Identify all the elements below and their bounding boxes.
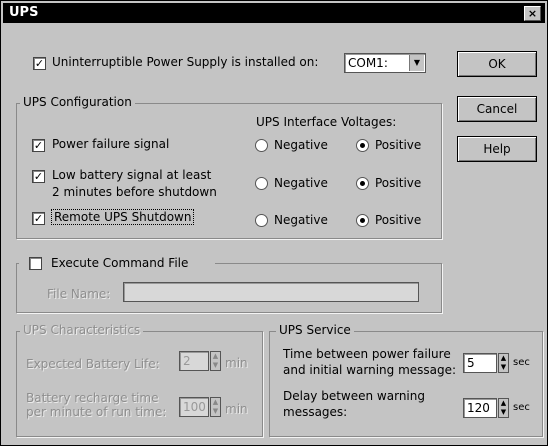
ups-configuration-legend: UPS Configuration	[20, 95, 135, 109]
warning-delay-input[interactable]: 120	[463, 398, 497, 418]
ups-installed-checkbox[interactable]: ✓	[33, 57, 46, 70]
command-file-legend: Execute Command File	[19, 255, 215, 271]
positive-label: Positive	[375, 176, 422, 190]
battery-life-input[interactable]: 2	[179, 351, 209, 371]
remote-shutdown-positive-radio[interactable]	[356, 214, 369, 227]
negative-label: Negative	[274, 213, 328, 227]
low-battery-positive-radio[interactable]	[356, 177, 369, 190]
battery-life-unit: min	[225, 356, 248, 370]
chevron-down-icon[interactable]: ▼	[409, 55, 424, 71]
low-battery-negative-radio[interactable]	[255, 177, 268, 190]
warning-time-unit: sec	[513, 357, 530, 368]
close-button[interactable]: ×	[524, 6, 541, 21]
warning-delay-unit: sec	[513, 402, 530, 413]
warning-delay-label-line2: messages:	[283, 405, 348, 419]
remote-shutdown-negative-radio[interactable]	[255, 214, 268, 227]
warning-time-label-line2: and initial warning message:	[283, 363, 457, 377]
warning-delay-label: Delay between warning	[283, 389, 425, 403]
com-port-select[interactable]: COM1: ▼	[344, 53, 426, 73]
ups-characteristics-group: UPS Characteristics	[16, 323, 263, 437]
power-failure-checkbox[interactable]: ✓	[32, 139, 45, 152]
execute-command-label: Execute Command File	[51, 256, 189, 270]
cancel-button[interactable]: Cancel	[457, 96, 537, 122]
ups-service-legend: UPS Service	[276, 323, 354, 337]
file-name-label: File Name:	[47, 287, 111, 301]
low-battery-label-line2: 2 minutes before shutdown	[52, 185, 217, 199]
help-button[interactable]: Help	[457, 136, 537, 162]
power-failure-positive-radio[interactable]	[356, 139, 369, 152]
execute-command-checkbox[interactable]	[29, 257, 42, 270]
negative-label: Negative	[274, 138, 328, 152]
ok-button[interactable]: OK	[457, 51, 537, 77]
low-battery-checkbox[interactable]: ✓	[32, 170, 45, 183]
interface-voltages-heading: UPS Interface Voltages:	[256, 115, 397, 129]
warning-time-spinner[interactable]: ▲ ▼	[498, 353, 509, 373]
ups-installed-label: Uninterruptible Power Supply is installe…	[52, 55, 319, 69]
close-icon: ×	[527, 7, 538, 20]
window-title: UPS	[9, 5, 39, 20]
power-failure-label: Power failure signal	[52, 137, 170, 151]
warning-time-input[interactable]: 5	[463, 353, 497, 373]
recharge-label-line2: per minute of run time:	[26, 405, 167, 419]
recharge-input[interactable]: 100	[179, 397, 209, 417]
low-battery-label: Low battery signal at least	[52, 168, 212, 182]
battery-life-spinner[interactable]: ▲ ▼	[210, 351, 221, 371]
positive-label: Positive	[375, 138, 422, 152]
recharge-unit: min	[225, 402, 248, 416]
warning-time-label: Time between power failure	[283, 347, 451, 361]
ups-characteristics-legend: UPS Characteristics	[20, 323, 144, 337]
file-name-input[interactable]	[123, 282, 419, 302]
com-port-value: COM1:	[348, 56, 388, 70]
remote-shutdown-checkbox[interactable]: ✓	[32, 212, 45, 225]
ups-dialog: UPS × ✓ Uninterruptible Power Supply is …	[0, 0, 548, 446]
battery-life-label: Expected Battery Life:	[26, 357, 160, 371]
title-bar: UPS ×	[3, 3, 545, 23]
negative-label: Negative	[274, 176, 328, 190]
positive-label: Positive	[375, 213, 422, 227]
power-failure-negative-radio[interactable]	[255, 139, 268, 152]
recharge-label: Battery recharge time	[26, 391, 159, 405]
recharge-spinner[interactable]: ▲ ▼	[210, 397, 221, 417]
remote-shutdown-label: Remote UPS Shutdown	[51, 209, 195, 225]
warning-delay-spinner[interactable]: ▲ ▼	[498, 398, 509, 418]
